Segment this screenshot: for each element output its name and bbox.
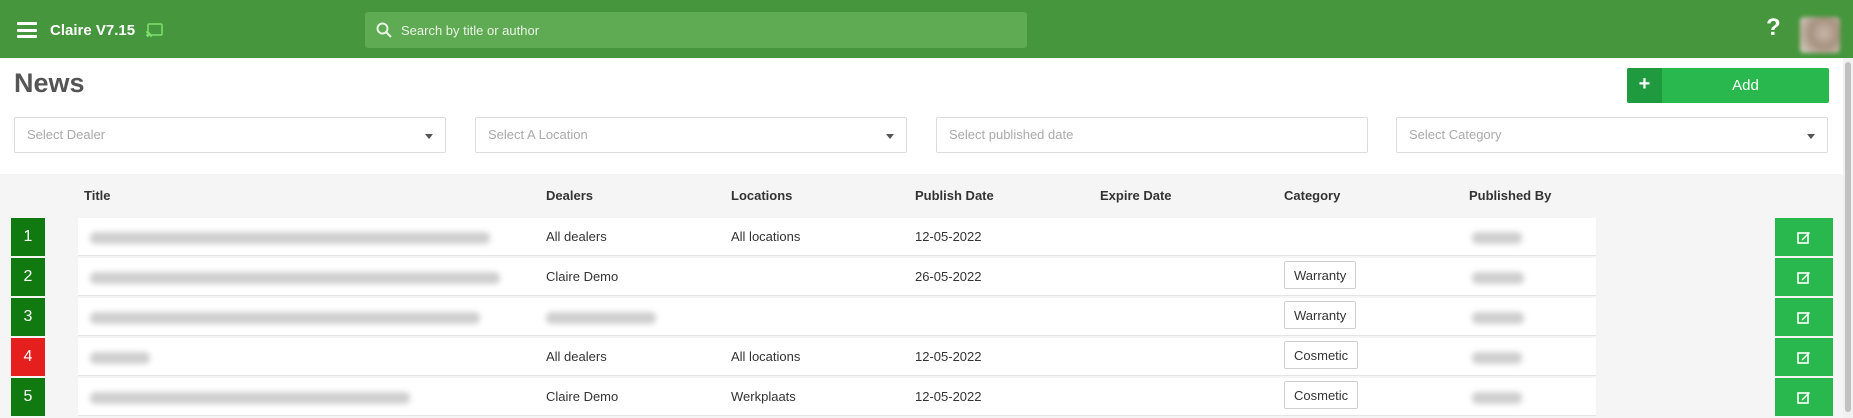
cast-icon[interactable] xyxy=(145,23,163,38)
title-redacted xyxy=(90,352,150,364)
chevron-down-icon xyxy=(425,134,433,139)
avatar[interactable] xyxy=(1800,17,1840,53)
edit-button[interactable] xyxy=(1775,218,1833,256)
title-redacted xyxy=(90,392,410,404)
edit-button[interactable] xyxy=(1775,378,1833,416)
dealer-select[interactable]: Select Dealer xyxy=(14,117,446,153)
dealers-cell: Claire Demo xyxy=(546,389,619,404)
edit-icon xyxy=(1797,392,1810,404)
dealers-cell: All dealers xyxy=(546,349,607,364)
location-select-label: Select A Location xyxy=(488,127,588,142)
category-badge: Cosmetic xyxy=(1284,341,1359,369)
locations-cell: All locations xyxy=(731,229,801,244)
edit-icon xyxy=(1797,272,1810,284)
edit-button[interactable] xyxy=(1775,298,1833,336)
page-title: News xyxy=(14,68,85,98)
column-header-expire-date[interactable]: Expire Date xyxy=(1100,188,1172,203)
category-select-label: Select Category xyxy=(1409,127,1502,142)
publish-date-cell: 12-05-2022 xyxy=(915,389,982,404)
published-date-picker[interactable]: Select published date xyxy=(936,117,1368,153)
published-by-redacted xyxy=(1472,312,1524,324)
row-number: 4 xyxy=(11,338,45,376)
row-number: 2 xyxy=(11,258,45,296)
plus-icon: + xyxy=(1627,68,1662,103)
published-by-redacted xyxy=(1472,352,1522,364)
dealers-cell: Claire Demo xyxy=(546,269,619,284)
published-by-redacted xyxy=(1472,272,1524,284)
edit-icon xyxy=(1797,232,1810,244)
column-header-publish-date[interactable]: Publish Date xyxy=(915,188,994,203)
row-number: 1 xyxy=(11,218,45,256)
table-row[interactable]: 3 Warranty xyxy=(0,297,1843,336)
search-icon xyxy=(376,22,392,38)
category-select[interactable]: Select Category xyxy=(1396,117,1828,153)
publish-date-cell: 12-05-2022 xyxy=(915,229,982,244)
publish-date-cell: 12-05-2022 xyxy=(915,349,982,364)
add-button-label: Add xyxy=(1732,77,1759,94)
published-by-redacted xyxy=(1472,232,1522,244)
column-header-dealers[interactable]: Dealers xyxy=(546,188,593,203)
dealers-redacted xyxy=(546,312,656,324)
title-redacted xyxy=(90,312,480,324)
category-badge: Cosmetic xyxy=(1284,381,1359,409)
app-title: Claire V7.15 xyxy=(50,22,136,39)
search-bar xyxy=(365,12,1027,48)
published-by-redacted xyxy=(1472,392,1522,404)
publish-date-cell: 26-05-2022 xyxy=(915,269,982,284)
top-bar: Claire V7.15 ? xyxy=(0,0,1853,58)
search-input[interactable] xyxy=(401,12,1011,48)
table-row[interactable]: 1 All dealers All locations 12-05-2022 xyxy=(0,217,1843,256)
dealer-select-label: Select Dealer xyxy=(27,127,106,142)
locations-cell: Werkplaats xyxy=(731,389,796,404)
location-select[interactable]: Select A Location xyxy=(475,117,907,153)
title-redacted xyxy=(90,232,490,244)
add-button[interactable]: + Add xyxy=(1627,68,1829,103)
scrollbar-thumb[interactable] xyxy=(1845,62,1851,412)
dealers-cell: All dealers xyxy=(546,229,607,244)
edit-icon xyxy=(1797,312,1810,324)
category-badge: Warranty xyxy=(1284,301,1357,329)
table-row[interactable]: 2 Claire Demo 26-05-2022 Warranty xyxy=(0,257,1843,296)
table-row[interactable]: 4 All dealers All locations 12-05-2022 C… xyxy=(0,337,1843,376)
locations-cell: All locations xyxy=(731,349,801,364)
chevron-down-icon xyxy=(1807,134,1815,139)
hamburger-icon[interactable] xyxy=(17,22,37,38)
row-number: 3 xyxy=(11,298,45,336)
row-number: 5 xyxy=(11,378,45,416)
column-header-locations[interactable]: Locations xyxy=(731,188,792,203)
published-date-label: Select published date xyxy=(949,127,1074,142)
table-row[interactable]: 5 Claire Demo Werkplaats 12-05-2022 Cosm… xyxy=(0,377,1843,416)
column-header-title[interactable]: Title xyxy=(84,188,111,203)
edit-button[interactable] xyxy=(1775,258,1833,296)
chevron-down-icon xyxy=(886,134,894,139)
category-badge: Warranty xyxy=(1284,261,1357,289)
title-redacted xyxy=(90,272,500,284)
column-header-published-by[interactable]: Published By xyxy=(1469,188,1551,203)
column-header-category[interactable]: Category xyxy=(1284,188,1340,203)
edit-button[interactable] xyxy=(1775,338,1833,376)
edit-icon xyxy=(1797,352,1810,364)
help-icon[interactable]: ? xyxy=(1766,16,1781,40)
